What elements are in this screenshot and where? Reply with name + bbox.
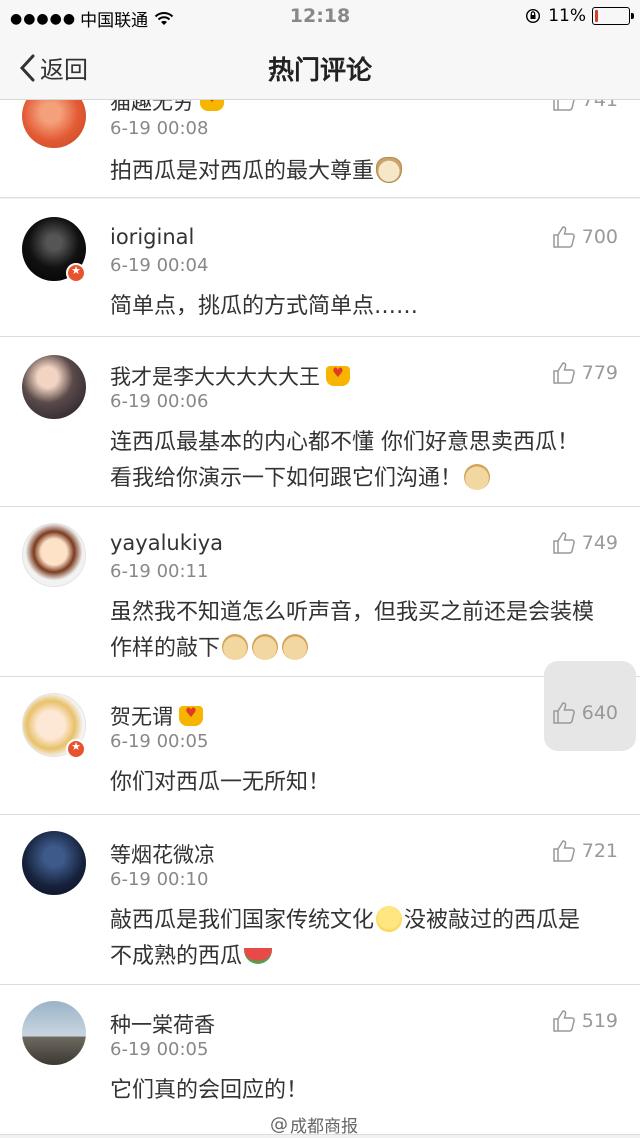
verified-badge-icon — [66, 263, 86, 283]
comment-text-line: 作样的敲下 — [110, 636, 221, 661]
smile-emoji-icon — [376, 906, 403, 932]
username-text[interactable]: 贺无谓 — [110, 701, 173, 731]
comment-text: 虽然我不知道怎么听声音，但我买之前还是会装模 作样的敲下 — [110, 595, 610, 667]
thumbs-up-icon — [552, 532, 575, 554]
comment-time: 6-19 00:05 — [110, 731, 209, 752]
like-button[interactable]: 700 — [552, 225, 618, 249]
verified-badge-icon — [66, 739, 86, 759]
page-title: 热门评论 — [267, 56, 372, 86]
comment-text: 连西瓜最基本的内心都不懂 你们好意思卖西瓜！ 看我给你演示一下如何跟它们沟通！ — [110, 425, 610, 497]
comment-item[interactable]: ioriginal 6-19 00:04 简单点，挑瓜的方式简单点…… 700 — [0, 199, 640, 337]
comment-username[interactable]: ioriginal — [110, 225, 194, 249]
vip-badge-icon — [200, 100, 224, 111]
doge-emoji-icon — [282, 634, 309, 660]
status-bar: ●●●●● 中国联通 12:18 11% — [0, 0, 640, 34]
watermelon-emoji-icon — [244, 948, 273, 964]
comment-text-line: 敲西瓜是我们国家传统文化 — [110, 908, 375, 933]
like-button[interactable]: 779 — [552, 361, 618, 385]
comment-time: 6-19 00:08 — [110, 118, 209, 139]
battery-level — [595, 10, 598, 22]
avatar[interactable] — [22, 831, 86, 895]
username-text[interactable]: 我才是李大大大大大王 — [110, 361, 320, 391]
comment-time: 6-19 00:04 — [110, 255, 209, 276]
comment-item[interactable]: 我才是李大大大大大王 6-19 00:06 连西瓜最基本的内心都不懂 你们好意思… — [0, 337, 640, 507]
comment-item[interactable]: 猫趣无穷 6-19 00:08 拍西瓜是对西瓜的最大尊重 741 — [0, 100, 640, 198]
comment-text: 拍西瓜是对西瓜的最大尊重 — [110, 154, 610, 190]
comment-item[interactable]: 等烟花微凉 6-19 00:10 敲西瓜是我们国家传统文化 没被敲过的西瓜是 不成… — [0, 815, 640, 985]
comment-text-line: 没被敲过的西瓜是 — [404, 908, 581, 933]
watermark: @ 成都商报 — [270, 1112, 358, 1137]
comment-username[interactable]: 猫趣无穷 — [110, 100, 224, 116]
username-text[interactable]: yayalukiya — [110, 531, 223, 555]
battery-icon — [592, 7, 634, 25]
comment-time: 6-19 00:05 — [110, 1039, 209, 1060]
comment-text: 简单点，挑瓜的方式简单点…… — [110, 294, 419, 319]
comment-text-line: 拍西瓜是对西瓜的最大尊重 — [110, 159, 375, 184]
comment-list[interactable]: 猫趣无穷 6-19 00:08 拍西瓜是对西瓜的最大尊重 741 iorigin… — [0, 100, 640, 1138]
avatar[interactable] — [22, 523, 86, 587]
comment-username[interactable]: 我才是李大大大大大王 — [110, 361, 350, 391]
like-button[interactable]: 519 — [552, 1009, 618, 1033]
thumbs-up-icon — [552, 840, 575, 862]
like-count: 721 — [581, 840, 618, 862]
like-count: 741 — [581, 100, 618, 111]
like-button[interactable]: 721 — [552, 839, 618, 863]
thumbs-up-icon — [552, 1010, 575, 1032]
comment-text: 敲西瓜是我们国家传统文化 没被敲过的西瓜是 不成熟的西瓜 — [110, 903, 610, 975]
like-button[interactable]: 741 — [552, 100, 618, 112]
doge-emoji-icon — [252, 634, 279, 660]
watermark-at: @ — [270, 1114, 288, 1135]
nav-bar: 返回 热门评论 — [0, 34, 640, 100]
avatar[interactable] — [22, 1001, 86, 1065]
battery-percent: 11% — [548, 6, 586, 26]
comment-time: 6-19 00:11 — [110, 561, 209, 582]
comment-time: 6-19 00:06 — [110, 391, 209, 412]
comment-text-line: 看我给你演示一下如何跟它们沟通！ — [110, 466, 463, 491]
avatar[interactable] — [22, 100, 86, 148]
thumbs-up-icon — [552, 362, 575, 384]
username-text[interactable]: 种一棠荷香 — [110, 1009, 215, 1039]
doge-emoji-icon — [464, 464, 491, 490]
vip-badge-icon — [179, 706, 203, 726]
comment-text-line: 虽然我不知道怎么听声音，但我买之前还是会装模 — [110, 600, 595, 625]
comment-text-line: 不成熟的西瓜 — [110, 944, 243, 969]
comment-item[interactable]: 贺无谓 6-19 00:05 你们对西瓜一无所知！ 640 — [0, 661, 640, 815]
like-count: 749 — [581, 532, 618, 554]
comment-text: 它们真的会回应的！ — [110, 1078, 309, 1103]
comment-time: 6-19 00:10 — [110, 869, 209, 890]
doge-emoji-icon — [222, 634, 249, 660]
like-button[interactable]: 640 — [552, 701, 618, 725]
thumbs-up-icon — [552, 100, 575, 111]
username-text[interactable]: ioriginal — [110, 225, 194, 249]
avatar[interactable] — [22, 355, 86, 419]
like-count: 519 — [581, 1010, 618, 1032]
like-button[interactable]: 749 — [552, 531, 618, 555]
like-count: 779 — [581, 362, 618, 384]
comment-text: 你们对西瓜一无所知！ — [110, 770, 331, 795]
vip-badge-icon — [326, 366, 350, 386]
comment-username[interactable]: yayalukiya — [110, 531, 223, 555]
like-count: 700 — [581, 226, 618, 248]
username-text[interactable]: 等烟花微凉 — [110, 839, 215, 869]
watermark-text: 成都商报 — [290, 1117, 358, 1137]
username-text[interactable]: 猫趣无穷 — [110, 100, 194, 116]
rotation-lock-icon — [526, 9, 541, 23]
thumbs-up-icon — [552, 226, 575, 248]
comment-username[interactable]: 贺无谓 — [110, 701, 203, 731]
cat-emoji-icon — [376, 157, 403, 183]
like-count: 640 — [581, 702, 618, 724]
comment-item[interactable]: yayalukiya 6-19 00:11 虽然我不知道怎么听声音，但我买之前还… — [0, 507, 640, 677]
comment-text-line: 连西瓜最基本的内心都不懂 你们好意思卖西瓜！ — [110, 430, 579, 455]
thumbs-up-icon — [552, 702, 575, 724]
comment-username[interactable]: 种一棠荷香 — [110, 1009, 215, 1039]
comment-username[interactable]: 等烟花微凉 — [110, 839, 215, 869]
